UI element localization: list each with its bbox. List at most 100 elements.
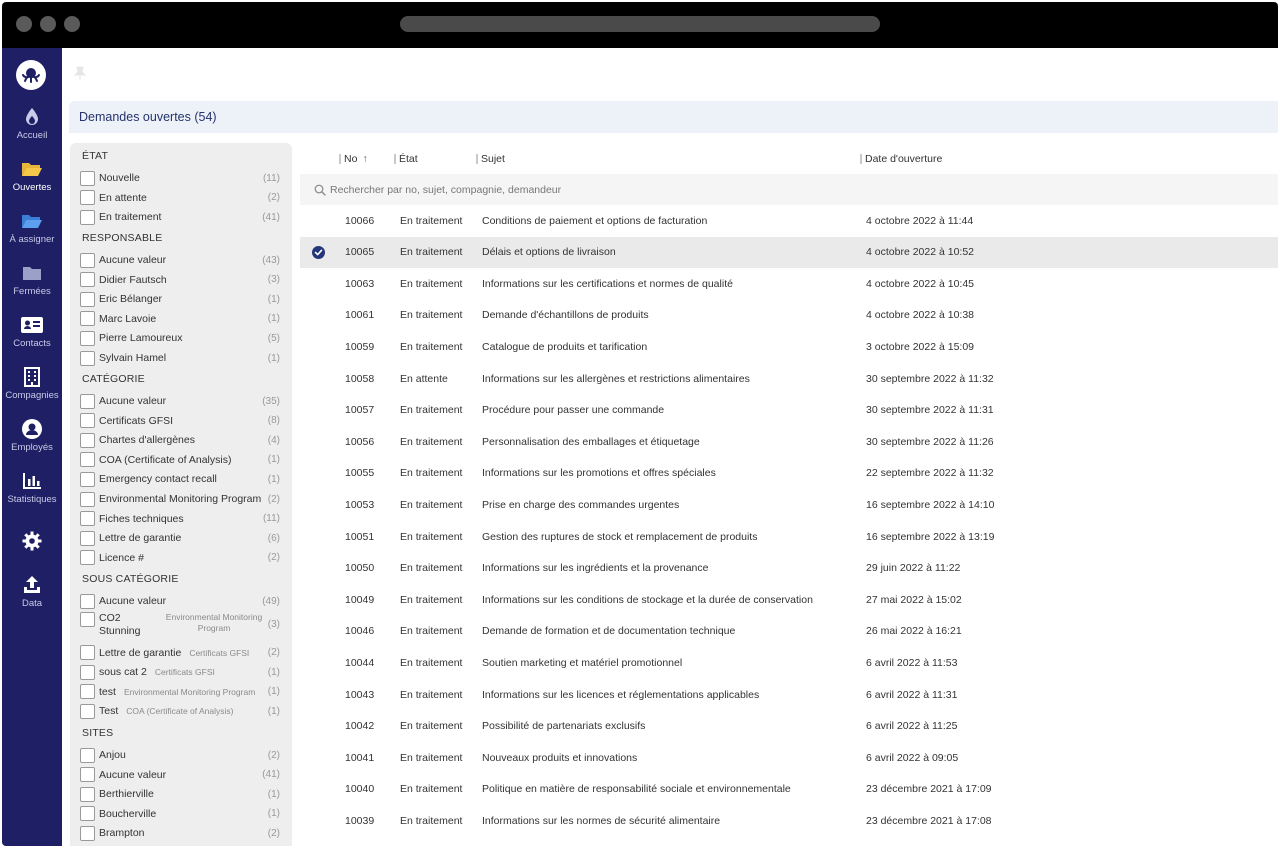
filter-checkbox[interactable] xyxy=(80,747,95,763)
filter-option[interactable]: Aucune valeur (49) xyxy=(80,592,282,610)
table-row[interactable]: 10065 En traitement Délais et options de l… xyxy=(300,236,1278,268)
filter-option[interactable]: COA (Certificate of Analysis) (1) xyxy=(80,451,282,469)
filter-checkbox[interactable] xyxy=(80,393,95,409)
nav-fermees[interactable]: Fermées xyxy=(2,262,62,308)
nav-compagnies[interactable]: Compagnies xyxy=(2,366,62,412)
table-row[interactable]: 10041 En traitement Nouveaux produits et i… xyxy=(300,742,1278,773)
filter-option[interactable]: Boucherville (1) xyxy=(80,805,282,823)
table-row[interactable]: 10061 En traitement Demande d'échantillons… xyxy=(300,300,1278,331)
filter-option[interactable]: Nouvelle (11) xyxy=(80,169,282,187)
filter-checkbox[interactable] xyxy=(80,593,95,609)
filter-checkbox[interactable] xyxy=(80,530,95,546)
filter-checkbox[interactable] xyxy=(80,550,95,566)
column-header-etat[interactable]: État xyxy=(394,153,418,165)
nav-statistiques[interactable]: Statistiques xyxy=(2,470,62,516)
filter-option[interactable]: Sylvain Hamel (1) xyxy=(80,349,282,367)
table-row[interactable]: 10058 En attente Informations sur les alle… xyxy=(300,363,1278,394)
filter-checkbox[interactable] xyxy=(80,330,95,346)
filter-option[interactable]: Test COA (Certificate of Analysis) (1) xyxy=(80,702,282,720)
filter-option[interactable]: Brampton (2) xyxy=(80,824,282,842)
filter-option[interactable]: Aucune valeur (41) xyxy=(80,766,282,784)
filter-checkbox[interactable] xyxy=(80,825,95,841)
pin-icon[interactable] xyxy=(73,66,87,85)
address-bar[interactable] xyxy=(400,16,880,32)
table-row[interactable]: 10063 En traitement Informations sur les c… xyxy=(300,268,1278,299)
app-logo[interactable] xyxy=(16,60,46,90)
table-row[interactable]: 10050 En traitement Informations sur les i… xyxy=(300,553,1278,584)
column-header-sujet[interactable]: Sujet xyxy=(476,153,505,165)
column-header-no[interactable]: No ↑ xyxy=(339,153,368,165)
table-row[interactable]: 10040 En traitement Politique en matière d… xyxy=(300,774,1278,805)
table-row[interactable]: 10055 En traitement Informations sur les p… xyxy=(300,458,1278,489)
filter-option[interactable]: Chartes d'allergènes (4) xyxy=(80,431,282,449)
filter-checkbox[interactable] xyxy=(80,452,95,468)
column-header-date[interactable]: Date d'ouverture xyxy=(860,153,942,165)
filter-checkbox[interactable] xyxy=(80,252,95,268)
filter-checkbox[interactable] xyxy=(80,684,95,700)
table-row[interactable]: 10059 En traitement Catalogue de produits … xyxy=(300,331,1278,362)
table-row[interactable]: 10057 En traitement Procédure pour passer … xyxy=(300,395,1278,426)
filter-checkbox[interactable] xyxy=(80,767,95,783)
filter-checkbox[interactable] xyxy=(80,786,95,802)
nav-ouvertes[interactable]: Ouvertes xyxy=(2,158,62,204)
filter-option[interactable]: En attente (2) xyxy=(80,189,282,207)
table-row[interactable]: 10039 En traitement Informations sur les n… xyxy=(300,805,1278,836)
filter-checkbox[interactable] xyxy=(80,664,95,680)
filter-checkbox[interactable] xyxy=(80,350,95,366)
filter-checkbox[interactable] xyxy=(80,272,95,288)
filter-checkbox[interactable] xyxy=(80,611,95,627)
nav-employes[interactable]: Employés xyxy=(2,418,62,464)
table-row[interactable]: 10043 En traitement Informations sur les l… xyxy=(300,679,1278,710)
table-row[interactable]: 10053 En traitement Prise en charge des co… xyxy=(300,489,1278,520)
table-row[interactable]: 10042 En traitement Possibilité de partena… xyxy=(300,711,1278,742)
filter-option[interactable]: Lettre de garantie (6) xyxy=(80,529,282,547)
filter-checkbox[interactable] xyxy=(80,491,95,507)
filter-checkbox[interactable] xyxy=(80,311,95,327)
filter-option[interactable]: En traitement (41) xyxy=(80,208,282,226)
filter-option[interactable]: Fiches techniques (11) xyxy=(80,510,282,528)
nav-a-assigner[interactable]: À assigner xyxy=(2,210,62,256)
filter-option[interactable]: Lettre de garantie Certificats GFSI (2) xyxy=(80,644,282,662)
filter-option[interactable]: Emergency contact recall (1) xyxy=(80,470,282,488)
window-close-button[interactable] xyxy=(16,16,32,32)
check-circle-icon[interactable] xyxy=(312,245,325,259)
nav-contacts[interactable]: Contacts xyxy=(2,314,62,360)
table-row[interactable]: 10046 En traitement Demande de formation e… xyxy=(300,616,1278,647)
table-row[interactable]: 10049 En traitement Informations sur les c… xyxy=(300,584,1278,615)
window-maximize-button[interactable] xyxy=(64,16,80,32)
filter-option[interactable]: Berthierville (1) xyxy=(80,785,282,803)
nav-settings[interactable] xyxy=(2,530,62,576)
filter-option[interactable]: CO2 Stunning Environmental Monitoring Pro… xyxy=(80,611,282,640)
filter-checkbox[interactable] xyxy=(80,209,95,225)
table-row[interactable]: 10066 En traitement Conditions de paiement… xyxy=(300,205,1278,236)
filter-option[interactable]: Aucune valeur (35) xyxy=(80,392,282,410)
filter-checkbox[interactable] xyxy=(80,432,95,448)
filter-option[interactable]: Licence # (2) xyxy=(80,549,282,567)
filter-checkbox[interactable] xyxy=(80,291,95,307)
filter-option[interactable]: Marc Lavoie (1) xyxy=(80,310,282,328)
filter-option[interactable]: Environmental Monitoring Program (2) xyxy=(80,490,282,508)
filter-option[interactable]: Anjou (2) xyxy=(80,746,282,764)
filter-option[interactable]: Certificats GFSI (8) xyxy=(80,412,282,430)
filter-option[interactable]: Didier Fautsch (3) xyxy=(80,271,282,289)
filter-option[interactable]: Pierre Lamoureux (5) xyxy=(80,329,282,347)
filter-checkbox[interactable] xyxy=(80,511,95,527)
table-row[interactable]: 10044 En traitement Soutien marketing et m… xyxy=(300,647,1278,678)
nav-accueil[interactable]: Accueil xyxy=(2,106,62,152)
table-row[interactable]: 10056 En traitement Personnalisation des e… xyxy=(300,426,1278,457)
filter-checkbox[interactable] xyxy=(80,645,95,661)
filter-checkbox[interactable] xyxy=(80,471,95,487)
filter-checkbox[interactable] xyxy=(80,703,95,719)
filter-option[interactable]: Aucune valeur (43) xyxy=(80,251,282,269)
filter-option[interactable]: Eric Bélanger (1) xyxy=(80,290,282,308)
filter-checkbox[interactable] xyxy=(80,806,95,822)
filter-option[interactable]: test Environmental Monitoring Program (1) xyxy=(80,683,282,701)
filter-checkbox[interactable] xyxy=(80,413,95,429)
table-row[interactable]: 10051 En traitement Gestion des ruptures d… xyxy=(300,521,1278,552)
search-input[interactable] xyxy=(330,183,930,196)
window-minimize-button[interactable] xyxy=(40,16,56,32)
filter-checkbox[interactable] xyxy=(80,170,95,186)
filter-checkbox[interactable] xyxy=(80,190,95,206)
nav-data[interactable]: Data xyxy=(2,574,62,620)
filter-option[interactable]: sous cat 2 Certificats GFSI (1) xyxy=(80,663,282,681)
